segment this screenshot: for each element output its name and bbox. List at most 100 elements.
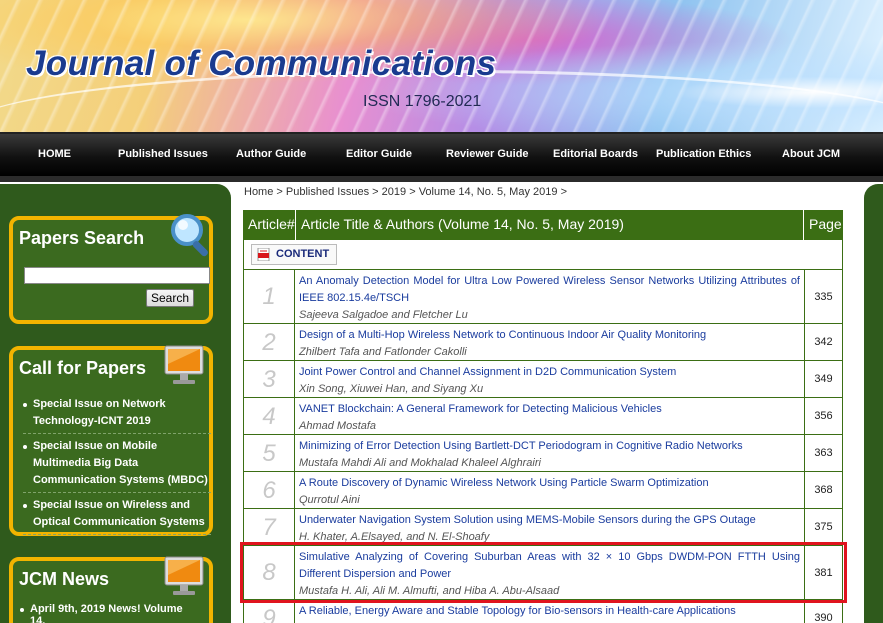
article-page: 356 bbox=[804, 398, 843, 434]
breadcrumb-issue[interactable]: Volume 14, No. 5, May 2019 bbox=[419, 186, 558, 198]
article-cell: A Route Discovery of Dynamic Wireless Ne… bbox=[296, 472, 804, 508]
search-input[interactable] bbox=[24, 267, 210, 284]
article-cell: Joint Power Control and Channel Assignme… bbox=[296, 361, 804, 397]
cfp-item[interactable]: Special Issue on Network Technology-ICNT… bbox=[23, 396, 211, 434]
table-row: 1 An Anomaly Detection Model for Ultra L… bbox=[243, 270, 843, 324]
article-cell: VANET Blockchain: A General Framework fo… bbox=[296, 398, 804, 434]
article-authors: H. Khater, A.Elsayed, and N. El-Shoafy bbox=[299, 531, 490, 543]
article-title-link[interactable]: VANET Blockchain: A General Framework fo… bbox=[299, 401, 800, 418]
nav-reviewer-guide[interactable]: Reviewer Guide bbox=[446, 134, 529, 176]
article-cell: Simulative Analyzing of Covering Suburba… bbox=[296, 546, 804, 599]
article-authors: Xin Song, Xiuwei Han, and Siyang Xu bbox=[299, 383, 484, 395]
table-header: Article# Article Title & Authors (Volume… bbox=[243, 210, 843, 240]
article-page: 381 bbox=[804, 546, 843, 599]
table-row: 9 A Reliable, Energy Aware and Stable To… bbox=[243, 600, 843, 623]
sidebar: Papers Search Search Call for Papers Spe… bbox=[0, 184, 231, 623]
journal-title: Journal of Communications bbox=[26, 44, 497, 83]
nav-about-jcm[interactable]: About JCM bbox=[782, 134, 840, 176]
article-number: 9 bbox=[243, 600, 295, 623]
table-row: 3 Joint Power Control and Channel Assign… bbox=[243, 361, 843, 398]
header-article-title: Article Title & Authors (Volume 14, No. … bbox=[296, 210, 804, 240]
breadcrumb-separator: > bbox=[372, 186, 379, 198]
table-row: 7 Underwater Navigation System Solution … bbox=[243, 509, 843, 546]
call-for-papers-box: Call for Papers Special Issue on Network… bbox=[9, 345, 213, 539]
article-title-link[interactable]: A Reliable, Energy Aware and Stable Topo… bbox=[299, 603, 800, 620]
article-page: 335 bbox=[804, 270, 843, 323]
cfp-item[interactable]: Special Issue on Mobile Multimedia Big D… bbox=[23, 438, 211, 493]
search-button[interactable]: Search bbox=[146, 289, 194, 307]
article-page: 375 bbox=[804, 509, 843, 545]
article-page: 390 bbox=[804, 600, 843, 623]
article-authors: Ahmad Mostafa bbox=[299, 420, 377, 432]
article-title-link[interactable]: Underwater Navigation System Solution us… bbox=[299, 512, 800, 529]
breadcrumb-separator: > bbox=[409, 186, 416, 198]
breadcrumb-separator: > bbox=[276, 186, 283, 198]
breadcrumb-published-issues[interactable]: Published Issues bbox=[286, 186, 369, 198]
pdf-icon bbox=[257, 248, 270, 261]
article-authors: Mustafa H. Ali, Ali M. Almufti, and Hiba… bbox=[299, 585, 560, 597]
content-button-label: CONTENT bbox=[276, 248, 330, 260]
content-button[interactable]: CONTENT bbox=[251, 244, 337, 265]
article-number: 6 bbox=[243, 472, 295, 508]
call-for-papers-title: Call for Papers bbox=[19, 358, 147, 378]
table-row: 2 Design of a Multi-Hop Wireless Network… bbox=[243, 324, 843, 361]
papers-search-title: Papers Search bbox=[19, 228, 145, 248]
nav-published-issues[interactable]: Published Issues bbox=[118, 134, 208, 176]
article-page: 368 bbox=[804, 472, 843, 508]
article-authors: Zhilbert Tafa and Fatlonder Cakolli bbox=[299, 346, 467, 358]
article-title-link[interactable]: Simulative Analyzing of Covering Suburba… bbox=[299, 549, 800, 583]
article-authors: Sajeeva Salgadoe and Fletcher Lu bbox=[299, 309, 468, 321]
article-authors: Mustafa Mahdi Ali and Mokhalad Khaleel A… bbox=[299, 457, 541, 469]
article-number: 5 bbox=[243, 435, 295, 471]
nav-publication-ethics[interactable]: Publication Ethics bbox=[656, 134, 751, 176]
article-title-link[interactable]: Joint Power Control and Channel Assignme… bbox=[299, 364, 800, 381]
article-title-link[interactable]: Design of a Multi-Hop Wireless Network t… bbox=[299, 327, 800, 344]
article-page: 342 bbox=[804, 324, 843, 360]
magnifier-icon bbox=[171, 214, 208, 257]
nav-editor-guide[interactable]: Editor Guide bbox=[346, 134, 412, 176]
breadcrumb-separator: > bbox=[560, 186, 567, 198]
main-nav: HOME Published Issues Author Guide Edito… bbox=[0, 132, 883, 176]
article-cell: A Reliable, Energy Aware and Stable Topo… bbox=[296, 600, 804, 620]
article-cell: Design of a Multi-Hop Wireless Network t… bbox=[296, 324, 804, 360]
cfp-item[interactable]: Special Issue on Wireless and Optical Co… bbox=[23, 497, 211, 535]
right-sidebar-edge bbox=[864, 184, 883, 623]
header-page: Page bbox=[809, 216, 842, 232]
jcm-news-title: JCM News bbox=[19, 569, 110, 589]
article-authors: Qurrotul Aini bbox=[299, 494, 360, 506]
article-title-link[interactable]: A Route Discovery of Dynamic Wireless Ne… bbox=[299, 475, 800, 492]
call-for-papers-list: Special Issue on Network Technology-ICNT… bbox=[23, 396, 211, 539]
table-row: 5 Minimizing of Error Detection Using Ba… bbox=[243, 435, 843, 472]
article-number: 8 bbox=[243, 546, 295, 599]
nav-shadow bbox=[0, 176, 883, 182]
nav-home[interactable]: HOME bbox=[38, 134, 71, 176]
article-title-link[interactable]: Minimizing of Error Detection Using Bart… bbox=[299, 438, 800, 455]
content-row: CONTENT bbox=[243, 240, 843, 270]
header-banner: Journal of Communications ISSN 1796-2021 bbox=[0, 0, 883, 132]
article-number: 4 bbox=[243, 398, 295, 434]
papers-search-box: Papers Search Search bbox=[9, 214, 213, 324]
table-row: 8 Simulative Analyzing of Covering Subur… bbox=[243, 546, 843, 600]
article-number: 1 bbox=[243, 270, 295, 323]
breadcrumb-year[interactable]: 2019 bbox=[382, 186, 406, 198]
article-title-link[interactable]: An Anomaly Detection Model for Ultra Low… bbox=[299, 273, 800, 307]
article-page: 363 bbox=[804, 435, 843, 471]
article-page: 349 bbox=[804, 361, 843, 397]
article-cell: Minimizing of Error Detection Using Bart… bbox=[296, 435, 804, 471]
monitor-icon bbox=[164, 345, 204, 384]
article-cell: An Anomaly Detection Model for Ultra Low… bbox=[296, 270, 804, 323]
header-article-num: Article# bbox=[243, 210, 296, 240]
article-number: 2 bbox=[243, 324, 295, 360]
table-row: 6 A Route Discovery of Dynamic Wireless … bbox=[243, 472, 843, 509]
article-number: 3 bbox=[243, 361, 295, 397]
breadcrumb-home[interactable]: Home bbox=[244, 186, 273, 198]
issn-label: ISSN 1796-2021 bbox=[363, 93, 482, 110]
table-row: 4 VANET Blockchain: A General Framework … bbox=[243, 398, 843, 435]
monitor-icon bbox=[164, 556, 204, 595]
article-cell: Underwater Navigation System Solution us… bbox=[296, 509, 804, 545]
article-number: 7 bbox=[243, 509, 295, 545]
breadcrumb: Home > Published Issues > 2019 > Volume … bbox=[244, 186, 567, 198]
nav-author-guide[interactable]: Author Guide bbox=[236, 134, 306, 176]
news-item[interactable]: April 9th, 2019 News! Volume 14, bbox=[20, 603, 200, 623]
nav-editorial-boards[interactable]: Editorial Boards bbox=[553, 134, 638, 176]
